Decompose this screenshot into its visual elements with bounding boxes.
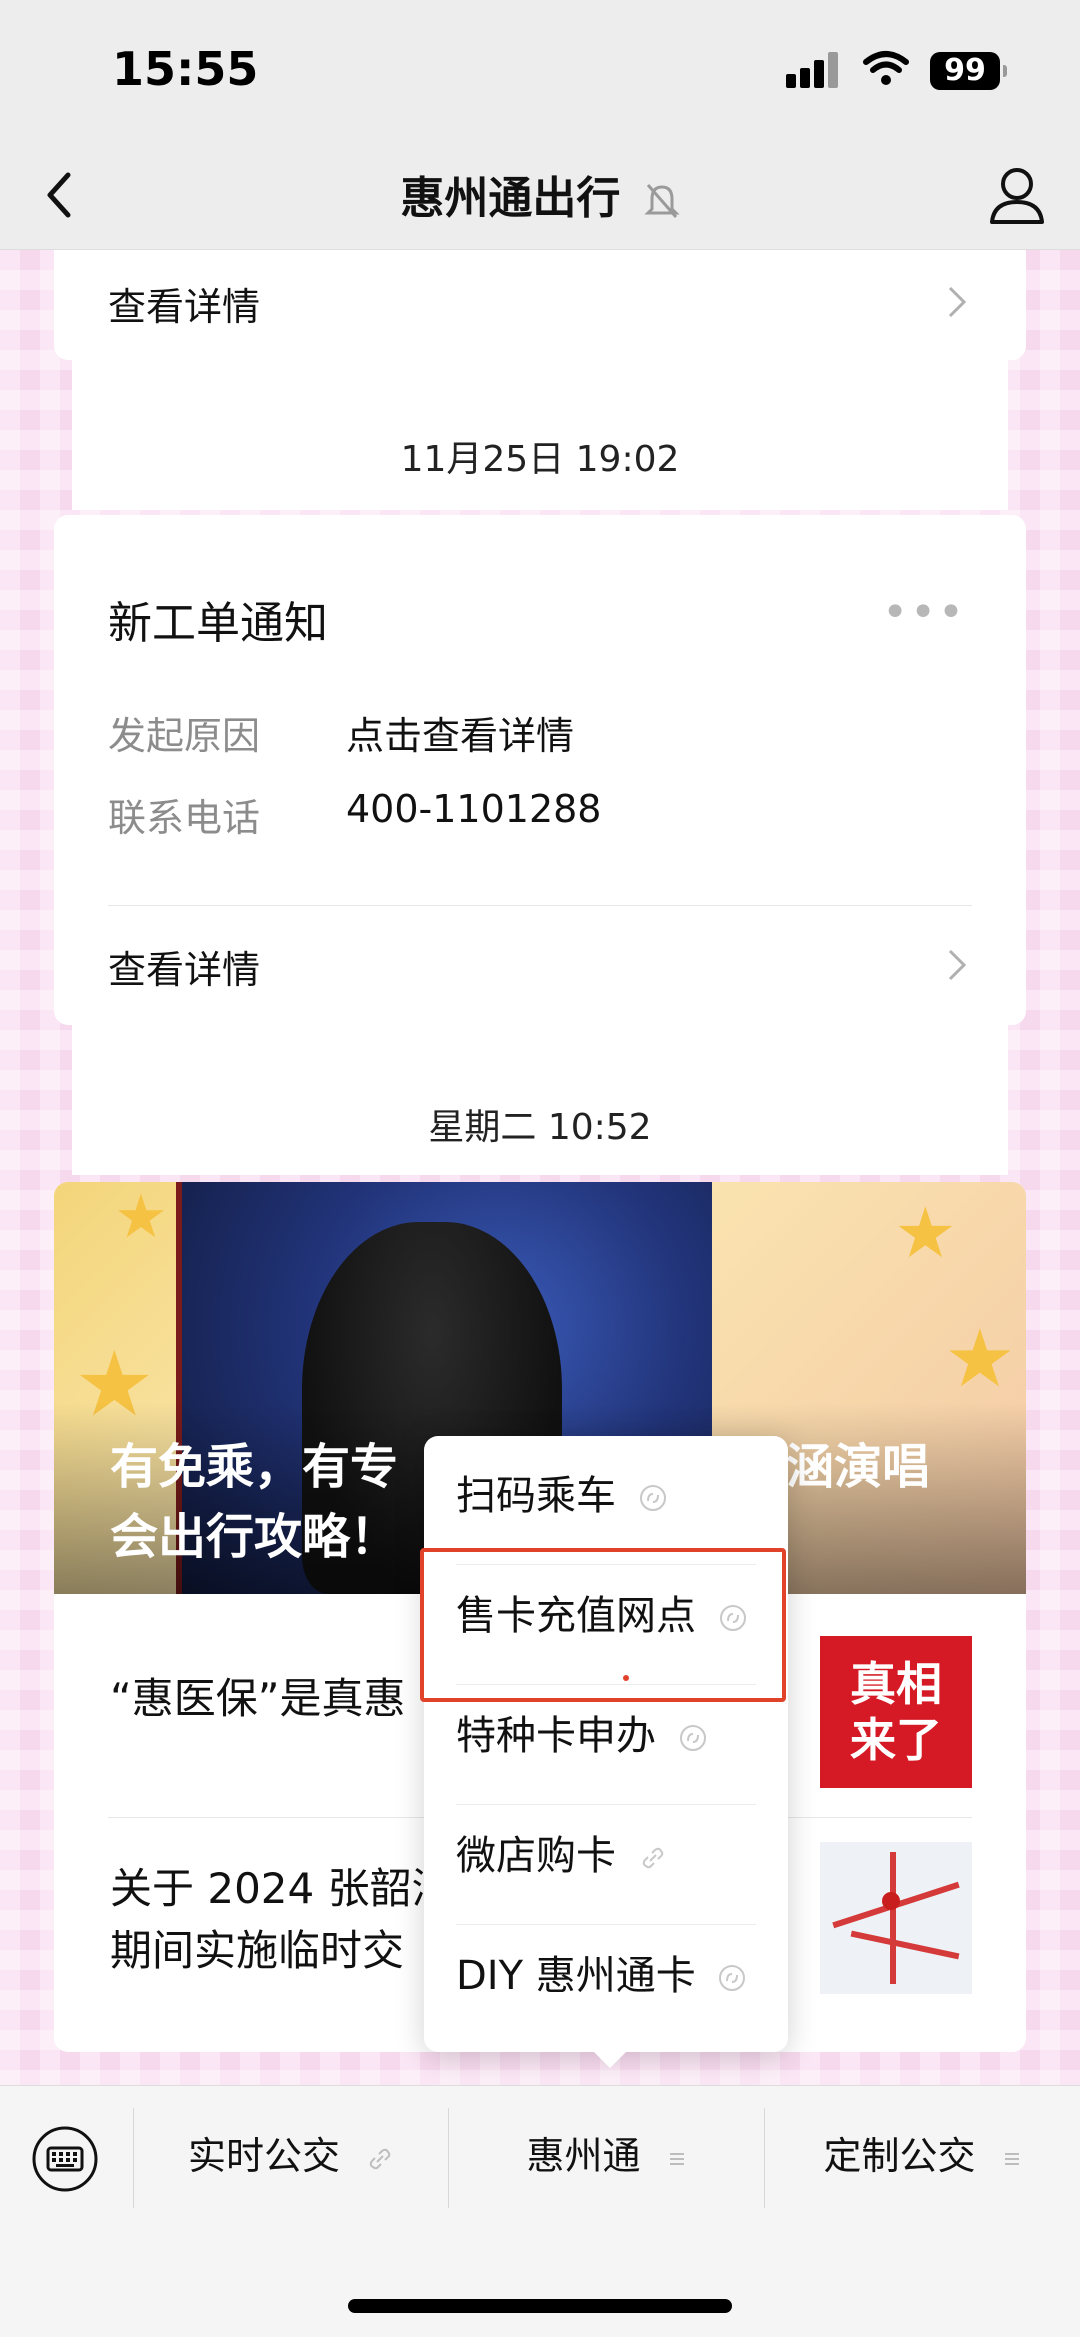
banner-title-line: 有免乘，有专: [110, 1439, 399, 1495]
wifi-icon: [863, 51, 909, 85]
chevron-right-icon: [948, 949, 967, 981]
thumbnail-text: 真相: [850, 1657, 942, 1711]
status-time: 15:55: [112, 42, 259, 96]
mini-program-icon: [719, 1965, 746, 1991]
menu-item-label: 微店购卡: [456, 1833, 616, 1879]
page-title: 惠州通出行: [0, 162, 1080, 226]
tab-label: 定制公交: [823, 2134, 976, 2178]
profile-icon[interactable]: [984, 160, 1050, 230]
thumbnail-text: 来了: [850, 1713, 942, 1767]
menu-item-micro-store[interactable]: 微店购卡: [456, 1796, 756, 1916]
mute-bell-icon: [644, 184, 680, 218]
star-icon: ★: [944, 1312, 1016, 1405]
field-label: 联系电话: [108, 796, 261, 840]
menu-item-label: 扫码乘车: [456, 1473, 616, 1519]
battery-icon: 99: [930, 52, 1007, 90]
menu-item-label: DIY 惠州通卡: [456, 1953, 696, 1999]
mini-program-icon: [639, 1485, 666, 1511]
timestamp: 11月25日 19:02: [400, 439, 680, 480]
tab-label: 惠州通: [526, 2134, 641, 2178]
star-icon: ★: [114, 1182, 168, 1252]
menu-item-diy-card[interactable]: DIY 惠州通卡: [456, 1916, 756, 2036]
star-icon: ★: [894, 1192, 957, 1274]
article-map-thumbnail: [820, 1842, 972, 1994]
article-thumbnail: 真相 来了: [820, 1636, 972, 1788]
chevron-right-icon: [948, 286, 967, 318]
tab-realtime-bus[interactable]: 实时公交: [134, 2086, 448, 2226]
home-indicator: [348, 2299, 732, 2313]
mini-program-icon: [679, 1725, 706, 1751]
view-details-link[interactable]: 查看详情: [108, 939, 260, 994]
highlight-box: [420, 1548, 786, 1702]
submenu-popup: 扫码乘车 售卡充值网点 特种卡申办 微店购卡 DIY 惠州通卡: [424, 1436, 788, 2068]
previous-message-card: 查看详情: [54, 250, 1026, 360]
banner-title-line: 会出行攻略！: [110, 1509, 399, 1565]
nav-bar: 惠州通出行: [0, 140, 1080, 250]
tab-label: 实时公交: [187, 2134, 340, 2178]
link-icon: [369, 2148, 391, 2169]
tab-huizhoutong[interactable]: 惠州通: [449, 2086, 764, 2226]
page-title-text: 惠州通出行: [400, 173, 621, 224]
work-order-card[interactable]: 新工单通知 ••• 发起原因 点击查看详情 联系电话 400-1101288 查…: [54, 515, 1026, 1025]
timestamp: 星期二 10:52: [428, 1107, 652, 1148]
more-icon[interactable]: •••: [882, 591, 966, 635]
tap-indicator: [623, 1675, 629, 1681]
status-bar: 15:55 99: [0, 0, 1080, 140]
divider: [108, 905, 972, 906]
tab-custom-bus[interactable]: 定制公交: [765, 2086, 1080, 2226]
menu-item-label: 特种卡申办: [456, 1713, 656, 1759]
menu-item-scan-ride[interactable]: 扫码乘车: [456, 1436, 756, 1556]
field-value: 400-1101288: [346, 787, 602, 831]
keyboard-icon[interactable]: [30, 2124, 100, 2194]
link-icon: [642, 1847, 663, 1869]
menu-lines-icon: [1004, 2152, 1019, 2165]
field-label: 发起原因: [108, 714, 261, 758]
menu-lines-icon: [669, 2152, 684, 2165]
card-title: 新工单通知: [108, 598, 328, 649]
field-value: 点击查看详情: [346, 714, 575, 758]
view-details-link[interactable]: 查看详情: [108, 276, 260, 331]
